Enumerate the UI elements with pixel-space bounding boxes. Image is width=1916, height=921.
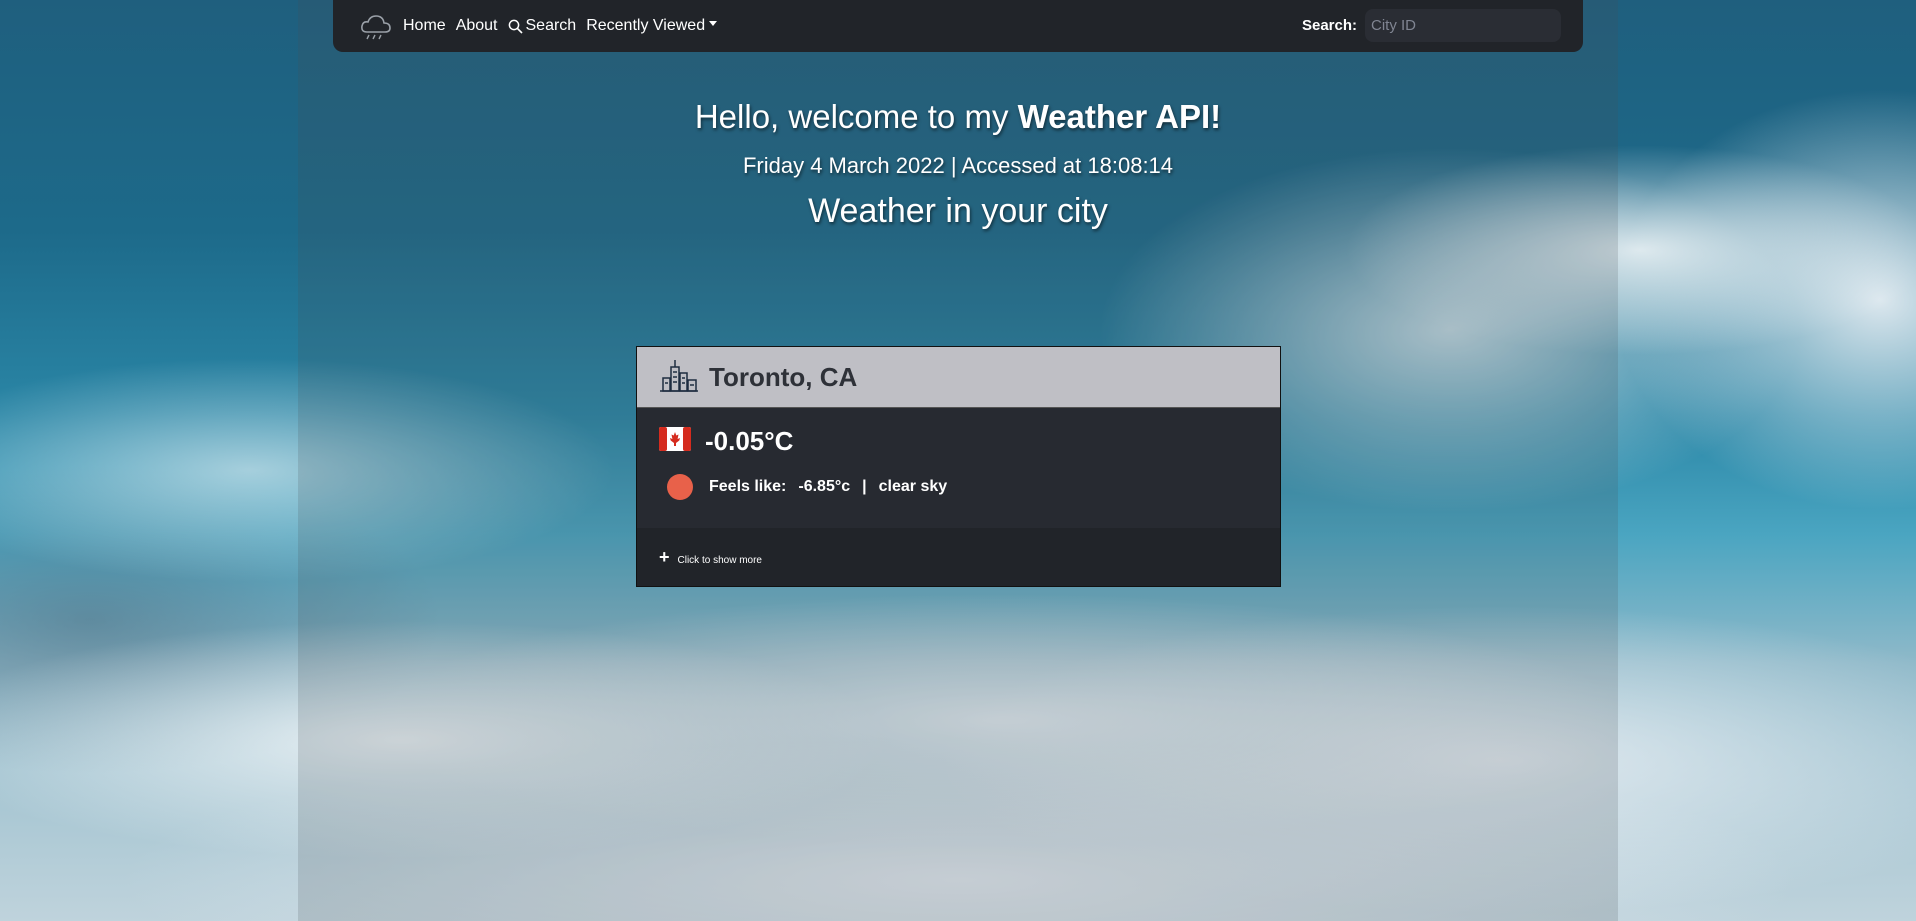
top-navbar: Home About Search Recently Viewed Search… — [333, 0, 1583, 52]
nav-search-label: Search — [525, 17, 577, 34]
show-more-label: Click to show more — [677, 554, 762, 566]
recently-viewed-dropdown[interactable]: Recently Viewed — [586, 17, 718, 35]
nav-links: Home About Search Recently Viewed — [359, 12, 718, 40]
temperature-row: -0.05°C — [659, 426, 793, 457]
search-field-label: Search: — [1301, 17, 1357, 34]
weather-card-header: Toronto, CA — [637, 347, 1280, 408]
nav-search-form: Search: — [1302, 9, 1561, 42]
nav-search-link[interactable]: Search — [508, 17, 577, 35]
greeting-bold-text: Weather API! — [1017, 98, 1222, 135]
nav-about-link[interactable]: About — [456, 17, 498, 35]
search-icon — [508, 19, 523, 34]
separator: | — [862, 478, 867, 495]
city-id-search-input[interactable] — [1365, 9, 1561, 42]
cloud-logo-icon[interactable] — [359, 12, 393, 40]
weather-condition: clear sky — [878, 478, 948, 495]
greeting-text: Hello, welcome to my — [694, 98, 1018, 135]
weather-card: Toronto, CA -0.05°C Feels like: -6.85°c … — [636, 346, 1281, 587]
nav-home-link[interactable]: Home — [403, 17, 446, 35]
page-title: Hello, welcome to my Weather API! — [298, 98, 1618, 136]
caret-down-icon — [709, 21, 718, 27]
show-more-toggle[interactable]: + Click to show more — [637, 528, 1280, 586]
feels-like-label: Feels like: — [709, 478, 787, 495]
page-subtitle: Weather in your city — [808, 192, 1108, 230]
city-name: Toronto, CA — [709, 361, 858, 392]
weather-status-dot-icon — [667, 474, 693, 500]
recently-viewed-label: Recently Viewed — [586, 17, 706, 34]
date-line: Friday 4 March 2022 | Accessed at 18:08:… — [742, 153, 1174, 178]
temperature-value: -0.05°C — [705, 426, 794, 456]
feels-like-row: Feels like: -6.85°c | clear sky — [667, 474, 947, 500]
weather-card-body: -0.05°C Feels like: -6.85°c | clear sky — [637, 408, 1280, 528]
feels-like-value: -6.85°c — [798, 478, 851, 495]
plus-icon: + — [659, 547, 670, 567]
canada-flag-icon — [659, 427, 691, 456]
city-skyline-icon — [659, 358, 699, 397]
